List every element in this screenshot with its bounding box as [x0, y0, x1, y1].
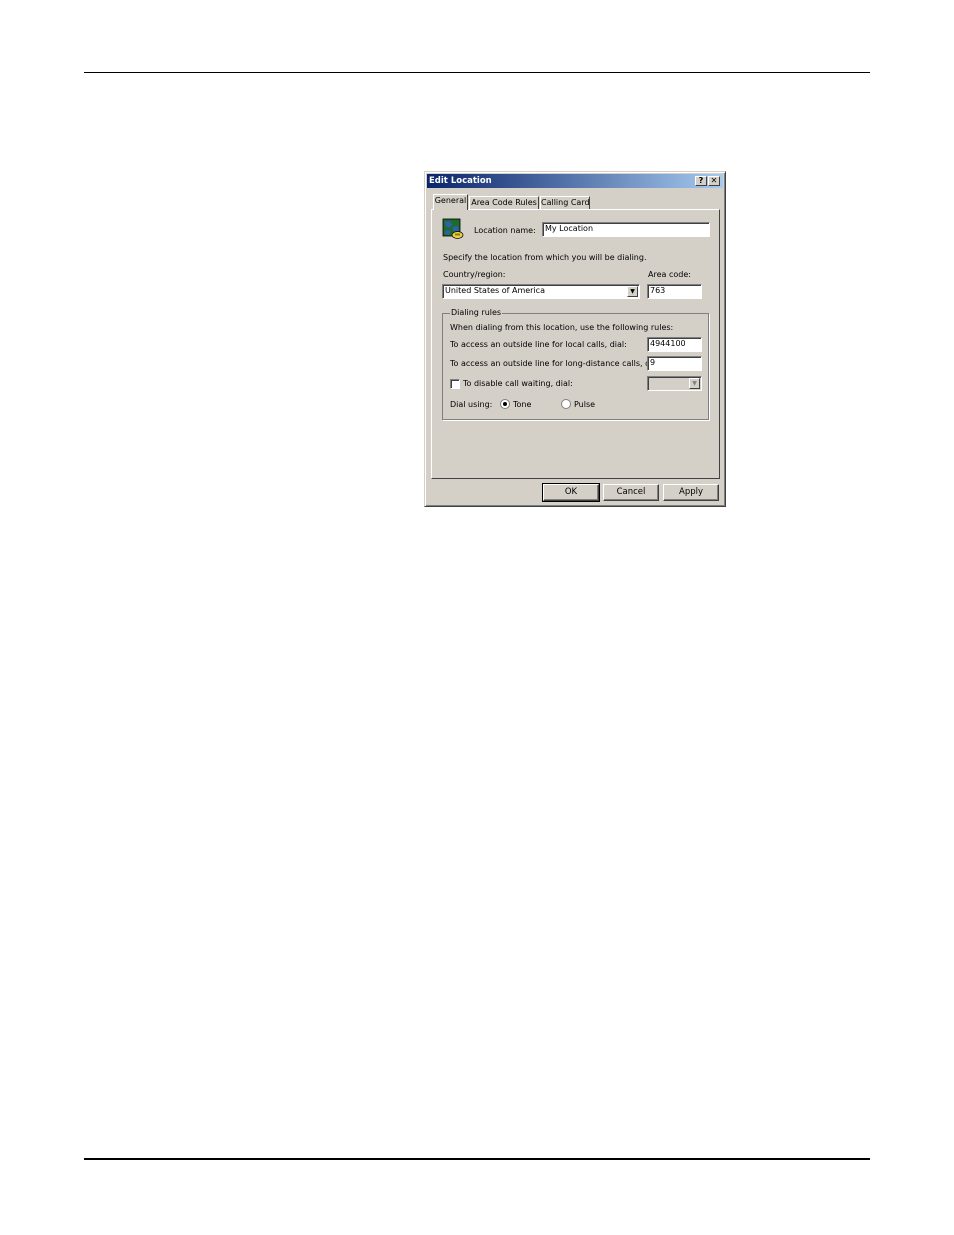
area-code-input[interactable]: 763	[647, 284, 702, 299]
pulse-radio[interactable]	[561, 399, 571, 409]
chevron-down-icon[interactable]: ▼	[627, 286, 638, 297]
dialing-rules-intro: When dialing from this location, use the…	[450, 323, 674, 332]
long-distance-label: To access an outside line for long-dista…	[450, 359, 663, 368]
call-waiting-label: To disable call waiting, dial:	[463, 379, 573, 388]
country-label: Country/region:	[443, 270, 506, 279]
footer-rule	[84, 1158, 870, 1160]
tab-calling-card[interactable]: Calling Card	[540, 196, 590, 209]
location-name-input[interactable]: My Location	[542, 222, 710, 237]
area-code-label: Area code:	[648, 270, 691, 279]
tone-radio[interactable]	[500, 399, 510, 409]
globe-phone-icon	[442, 218, 464, 239]
pulse-label: Pulse	[574, 400, 596, 409]
call-waiting-checkbox[interactable]	[450, 379, 460, 389]
local-calls-label: To access an outside line for local call…	[450, 340, 627, 349]
title-bar[interactable]: Edit Location ? ✕	[427, 174, 723, 188]
close-button[interactable]: ✕	[708, 176, 720, 186]
country-select-value: United States of America	[445, 286, 545, 295]
chevron-down-icon: ▼	[689, 378, 700, 389]
ok-button[interactable]: OK	[542, 483, 600, 502]
call-waiting-select[interactable]: ▼	[647, 376, 702, 391]
local-calls-input[interactable]: 4944100	[647, 337, 702, 352]
edit-location-dialog: Edit Location ? ✕ General Area Code Rule…	[424, 171, 726, 507]
dialog-title: Edit Location	[429, 176, 492, 186]
header-rule	[84, 72, 870, 73]
instruction-text: Specify the location from which you will…	[443, 253, 647, 262]
help-button[interactable]: ?	[695, 176, 707, 186]
long-distance-input[interactable]: 9	[647, 356, 702, 371]
radio-selected-dot	[503, 402, 507, 406]
tab-general[interactable]: General	[433, 194, 468, 210]
dial-using-label: Dial using:	[450, 400, 493, 409]
country-select[interactable]: United States of America ▼	[442, 284, 640, 299]
tab-area-code-rules[interactable]: Area Code Rules	[469, 196, 539, 209]
tone-label: Tone	[513, 400, 532, 409]
dialing-rules-title: Dialing rules	[450, 308, 503, 318]
apply-button[interactable]: Apply	[663, 484, 719, 501]
location-name-label: Location name:	[474, 226, 536, 235]
cancel-button[interactable]: Cancel	[603, 484, 659, 501]
